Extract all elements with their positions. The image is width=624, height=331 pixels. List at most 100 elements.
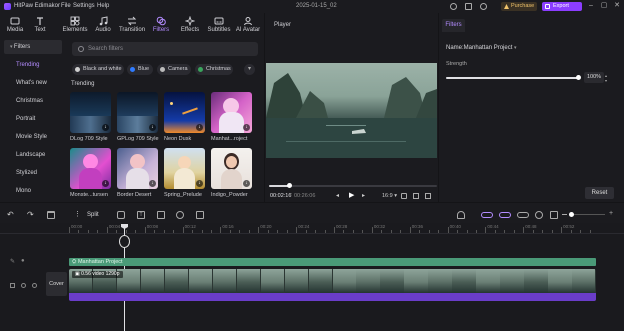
download-icon[interactable]: ↓ <box>243 180 250 187</box>
tab-filters-properties[interactable]: Filters <box>442 19 465 32</box>
maximize-icon[interactable]: ▢ <box>600 2 608 10</box>
filter-clip[interactable]: ⛭ Manhattan Project <box>69 258 596 266</box>
fit-icon[interactable] <box>550 211 558 219</box>
filter-thumb-neon-dusk[interactable]: ↓ <box>164 92 205 133</box>
filter-thumb-spring-prelude[interactable]: ↓ <box>164 148 205 189</box>
category-whats-new[interactable]: What's new <box>4 76 62 90</box>
magnet-icon[interactable] <box>499 212 511 218</box>
category-trending[interactable]: Trending <box>4 58 62 72</box>
video-preview[interactable] <box>266 63 437 158</box>
play-icon[interactable]: ▶ <box>349 191 354 199</box>
category-mono[interactable]: Mono <box>4 184 62 198</box>
track-mute-icon[interactable] <box>21 283 26 288</box>
fullscreen-icon[interactable] <box>425 193 431 199</box>
export-button[interactable]: Export <box>542 2 582 11</box>
tab-ai-avatar[interactable]: AI Avatar <box>234 13 262 37</box>
download-icon[interactable]: ↓ <box>196 180 203 187</box>
zoom-out-icon[interactable] <box>535 211 543 219</box>
next-frame-icon[interactable]: ▸ <box>362 192 365 199</box>
download-icon[interactable]: ↓ <box>149 180 156 187</box>
category-christmas[interactable]: Christmas <box>4 94 62 108</box>
zoom-minus-icon[interactable] <box>562 214 567 215</box>
tab-text[interactable]: Text <box>30 13 50 37</box>
filter-category-list: ▾ Filters Trending What's new Christmas … <box>0 37 64 202</box>
cover-button[interactable]: Cover <box>46 272 67 296</box>
category-header-filters[interactable]: ▾ Filters <box>4 40 62 54</box>
track-visibility-icon[interactable]: ● <box>21 258 25 264</box>
text-tool-icon[interactable]: T <box>137 211 145 219</box>
chips-more-chevron-icon[interactable]: ▾ <box>244 64 255 75</box>
previous-frame-icon[interactable]: ◂ <box>336 192 339 199</box>
track-lock-icon[interactable] <box>10 283 15 288</box>
menu-file[interactable]: File <box>61 3 71 9</box>
tab-subtitles[interactable]: Subtitles <box>206 13 232 37</box>
crop-icon[interactable] <box>413 193 419 199</box>
filter-thumb-dlog[interactable]: ↓ <box>70 92 111 133</box>
split-button[interactable]: Split <box>87 212 99 218</box>
minimize-icon[interactable]: – <box>587 2 595 10</box>
download-icon[interactable]: ↓ <box>102 180 109 187</box>
category-movie-style[interactable]: Movie Style <box>4 130 62 144</box>
chip-christmas[interactable]: Christmas <box>195 64 233 75</box>
video-clip[interactable]: ▣ 0.56 video 1290p <box>69 269 596 301</box>
tab-audio[interactable]: Audio <box>91 13 115 37</box>
zoom-plus-icon[interactable]: + <box>609 210 613 217</box>
crop-tool-icon[interactable] <box>196 211 204 219</box>
account-icon[interactable] <box>450 3 457 10</box>
close-icon[interactable]: ✕ <box>613 2 621 10</box>
track-eye-icon[interactable] <box>32 283 37 288</box>
undo-icon[interactable]: ↶ <box>7 211 15 219</box>
shield-icon[interactable] <box>117 211 125 219</box>
zoom-slider-handle[interactable] <box>569 212 574 217</box>
microphone-icon[interactable] <box>457 211 465 219</box>
settings-icon[interactable] <box>480 3 487 10</box>
filter-thumb-monster[interactable]: ↓ <box>70 148 111 189</box>
track-edit-icon[interactable]: ✎ <box>10 258 15 265</box>
ruler-tick-label: 00:52 <box>563 224 575 229</box>
timeline-ruler[interactable]: 00:00 00:04 00:08 00:12 00:16 00:20 00:24 00:28… <box>69 223 599 233</box>
tab-elements[interactable]: Elements <box>60 13 90 37</box>
player-progress-track[interactable] <box>269 183 437 188</box>
filter-thumb-gplog[interactable]: ↓ <box>117 92 158 133</box>
snapshot-icon[interactable] <box>401 193 407 199</box>
redo-icon[interactable]: ↷ <box>27 211 35 219</box>
strength-slider[interactable] <box>446 75 581 80</box>
split-icon[interactable]: ⋮ <box>74 211 82 219</box>
aspect-ratio-select[interactable]: 16:9 ▾ <box>382 193 397 199</box>
snap-icon[interactable] <box>517 212 529 218</box>
link-icon[interactable] <box>481 212 493 218</box>
download-icon[interactable]: ↓ <box>102 124 109 131</box>
menu-help[interactable]: Help <box>97 3 109 9</box>
purchase-button[interactable]: Purchase <box>501 2 537 11</box>
chip-camera[interactable]: Camera <box>157 64 191 75</box>
player-progress-handle[interactable] <box>287 183 293 188</box>
filter-thumb-indigo-powder[interactable]: ↓ <box>211 148 252 189</box>
speed-icon[interactable] <box>176 211 184 219</box>
download-icon[interactable]: ↓ <box>196 124 203 131</box>
strength-slider-handle[interactable] <box>576 75 581 80</box>
tab-media[interactable]: Media <box>2 13 28 37</box>
playhead-zoom-icon[interactable] <box>119 235 130 248</box>
filter-thumb-manhattan[interactable]: ↓ <box>211 92 252 133</box>
delete-icon[interactable] <box>47 211 55 219</box>
category-landscape[interactable]: Landscape <box>4 148 62 162</box>
tab-effects[interactable]: Effects <box>178 13 202 37</box>
strength-value-field[interactable]: 100% <box>584 72 604 83</box>
reset-button[interactable]: Reset <box>585 187 614 199</box>
download-icon[interactable]: ↓ <box>243 124 250 131</box>
filter-thumb-border-desert[interactable]: ↓ <box>117 148 158 189</box>
download-icon[interactable]: ↓ <box>149 124 156 131</box>
strength-stepper-icon[interactable]: ▴ ▾ <box>605 73 607 83</box>
chip-blue[interactable]: Blue <box>127 64 153 75</box>
image-tool-icon[interactable] <box>157 211 165 219</box>
zoom-slider[interactable] <box>569 214 605 215</box>
tab-transition[interactable]: Transition <box>118 13 146 37</box>
search-input[interactable]: Search filters <box>72 42 258 56</box>
ruler-tick-label: 00:00 <box>71 224 83 229</box>
tab-filters[interactable]: Filters <box>149 13 173 37</box>
menu-settings[interactable]: Settings <box>73 3 95 9</box>
message-icon[interactable] <box>465 3 472 10</box>
category-stylized[interactable]: Stylized <box>4 166 62 180</box>
chip-black-and-white[interactable]: Black and white <box>72 64 124 75</box>
category-portrait[interactable]: Portrait <box>4 112 62 126</box>
